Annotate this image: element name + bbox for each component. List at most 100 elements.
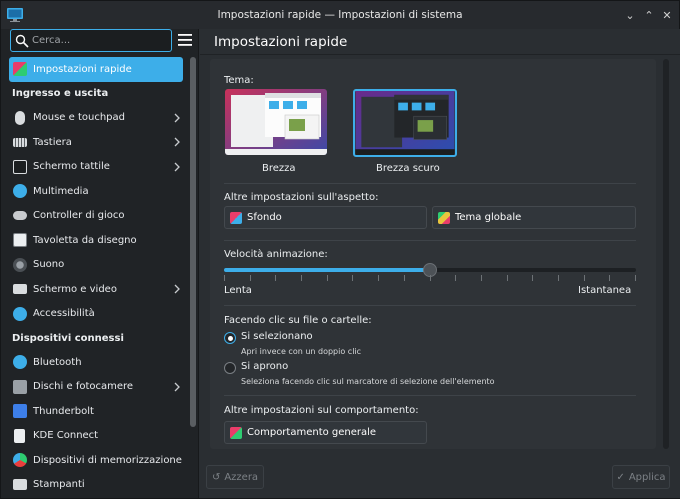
- sidebar-item-label: Impostazioni rapide: [33, 63, 132, 75]
- sidebar-item-label: Multimedia: [33, 185, 89, 197]
- content-scrollbar[interactable]: [663, 59, 669, 449]
- search-input[interactable]: [32, 35, 152, 46]
- touchscreen-icon: [13, 159, 27, 174]
- settings-content: Tema: Brezza Brezza scuro Altre impostaz…: [210, 59, 656, 449]
- sidebar-item-printers[interactable]: Stampanti: [1, 473, 189, 498]
- sidebar-scrollbar[interactable]: [190, 57, 196, 427]
- multimedia-icon: [13, 184, 27, 199]
- tablet-icon: [13, 233, 27, 248]
- theme-card-brezza[interactable]: [225, 89, 327, 155]
- printer-icon: [13, 479, 27, 491]
- sidebar-item-label: Bluetooth: [33, 356, 82, 368]
- appearance-label: Altre impostazioni sull'aspetto:: [224, 192, 379, 203]
- divider: [224, 183, 636, 184]
- apply-button[interactable]: ✓ Applica: [612, 465, 670, 489]
- slider-tick: [250, 275, 251, 281]
- slider-tick: [507, 275, 508, 281]
- slider-max-label: Istantanea: [578, 285, 632, 296]
- behavior-label: Altre impostazioni sul comportamento:: [224, 405, 419, 416]
- settings-window: Impostazioni rapide — Impostazioni di si…: [0, 0, 680, 499]
- keyboard-icon: [13, 137, 27, 147]
- slider-fill: [224, 268, 430, 272]
- divider: [224, 395, 636, 396]
- apply-icon: ✓: [616, 471, 625, 483]
- sidebar-item-storage-devices[interactable]: Dispositivi di memorizzazione: [1, 448, 189, 473]
- theme-name-brezza-scuro: Brezza scuro: [376, 163, 440, 174]
- global-theme-button[interactable]: Tema globale: [432, 206, 636, 229]
- radio-open-label: Si aprono: [241, 361, 289, 372]
- theme-name-brezza: Brezza: [262, 163, 296, 174]
- slider-ticks: [224, 275, 636, 281]
- sidebar-item-mouse[interactable]: Mouse e touchpad: [1, 106, 189, 131]
- page-title: Impostazioni rapide: [200, 29, 680, 55]
- title-bar[interactable]: Impostazioni rapide — Impostazioni di si…: [1, 1, 679, 29]
- slider-tick: [352, 275, 353, 281]
- sidebar: Impostazioni rapide Ingresso e uscita Mo…: [1, 29, 199, 498]
- radio-open-on-click[interactable]: [224, 362, 236, 374]
- theme-preview-light: [225, 89, 327, 155]
- wallpaper-button-label: Sfondo: [247, 212, 282, 223]
- slider-tick: [635, 275, 636, 281]
- slider-tick: [378, 275, 379, 281]
- theme-card-brezza-scuro[interactable]: [353, 89, 457, 157]
- accessibility-icon: [13, 306, 27, 321]
- chevron-right-icon: [174, 113, 180, 122]
- divider: [224, 305, 636, 306]
- global-theme-button-label: Tema globale: [455, 212, 522, 223]
- thunderbolt-icon: [13, 404, 27, 419]
- gamepad-icon: [13, 211, 27, 221]
- slider-tick: [430, 275, 431, 281]
- slider-min-label: Lenta: [224, 285, 252, 296]
- wallpaper-button[interactable]: Sfondo: [224, 206, 427, 229]
- radio-open-description: Seleziona facendo clic sul marcatore di …: [241, 377, 495, 386]
- sidebar-item-quick-settings[interactable]: Impostazioni rapide: [9, 57, 183, 82]
- sidebar-item-keyboard[interactable]: Tastiera: [1, 130, 189, 155]
- general-behavior-icon: [230, 426, 242, 439]
- quick-settings-icon: [13, 62, 27, 77]
- sidebar-item-bluetooth[interactable]: Bluetooth: [1, 350, 189, 375]
- divider: [224, 240, 636, 241]
- search-icon: [15, 34, 29, 48]
- sidebar-item-label: Tavoletta da disegno: [33, 234, 137, 246]
- slider-tick: [584, 275, 585, 281]
- reset-button[interactable]: ↺ Azzera: [206, 465, 264, 489]
- slider-tick: [558, 275, 559, 281]
- disk-icon: [13, 379, 27, 394]
- sidebar-item-disks-cameras[interactable]: Dischi e fotocamere: [1, 375, 189, 400]
- sidebar-item-label: Schermo tattile: [33, 161, 110, 173]
- general-behavior-button[interactable]: Comportamento generale: [224, 421, 427, 444]
- hamburger-menu-icon[interactable]: [178, 34, 192, 46]
- sidebar-item-multimedia[interactable]: Multimedia: [1, 179, 189, 204]
- section-header-devices: Dispositivi connessi: [12, 332, 124, 344]
- slider-tick: [301, 275, 302, 281]
- sidebar-item-label: Dispositivi di memorizzazione: [33, 454, 182, 466]
- mouse-icon: [15, 110, 25, 125]
- system-settings-icon: [7, 8, 23, 22]
- sidebar-item-sound[interactable]: Suono: [1, 253, 189, 278]
- section-header-io: Ingresso e uscita: [12, 88, 109, 99]
- sidebar-item-label: Controller di gioco: [33, 210, 125, 222]
- maximize-icon[interactable]: ⌃: [642, 8, 656, 22]
- slider-tick: [327, 275, 328, 281]
- sidebar-item-label: Accessibilità: [33, 308, 95, 320]
- chevron-right-icon: [174, 382, 180, 391]
- sidebar-item-display[interactable]: Schermo e video: [1, 277, 189, 302]
- storage-icon: [13, 453, 27, 468]
- sidebar-item-thunderbolt[interactable]: Thunderbolt: [1, 399, 189, 424]
- slider-tick: [481, 275, 482, 281]
- sidebar-item-drawing-tablet[interactable]: Tavoletta da disegno: [1, 228, 189, 253]
- bluetooth-icon: [13, 355, 27, 370]
- sidebar-item-accessibility[interactable]: Accessibilità: [1, 302, 189, 327]
- minimize-icon[interactable]: ⌄: [623, 8, 637, 22]
- sidebar-item-touchscreen[interactable]: Schermo tattile: [1, 155, 189, 180]
- general-behavior-button-label: Comportamento generale: [247, 427, 377, 438]
- speaker-icon: [13, 257, 27, 272]
- sidebar-item-kde-connect[interactable]: KDE Connect: [1, 424, 189, 449]
- slider-tick: [609, 275, 610, 281]
- radio-select-on-click[interactable]: [224, 332, 236, 344]
- animation-speed-slider[interactable]: [224, 263, 636, 277]
- close-icon[interactable]: ✕: [660, 8, 674, 22]
- sidebar-item-game-controller[interactable]: Controller di gioco: [1, 204, 189, 229]
- wallpaper-icon: [230, 211, 242, 224]
- search-box[interactable]: [10, 29, 172, 52]
